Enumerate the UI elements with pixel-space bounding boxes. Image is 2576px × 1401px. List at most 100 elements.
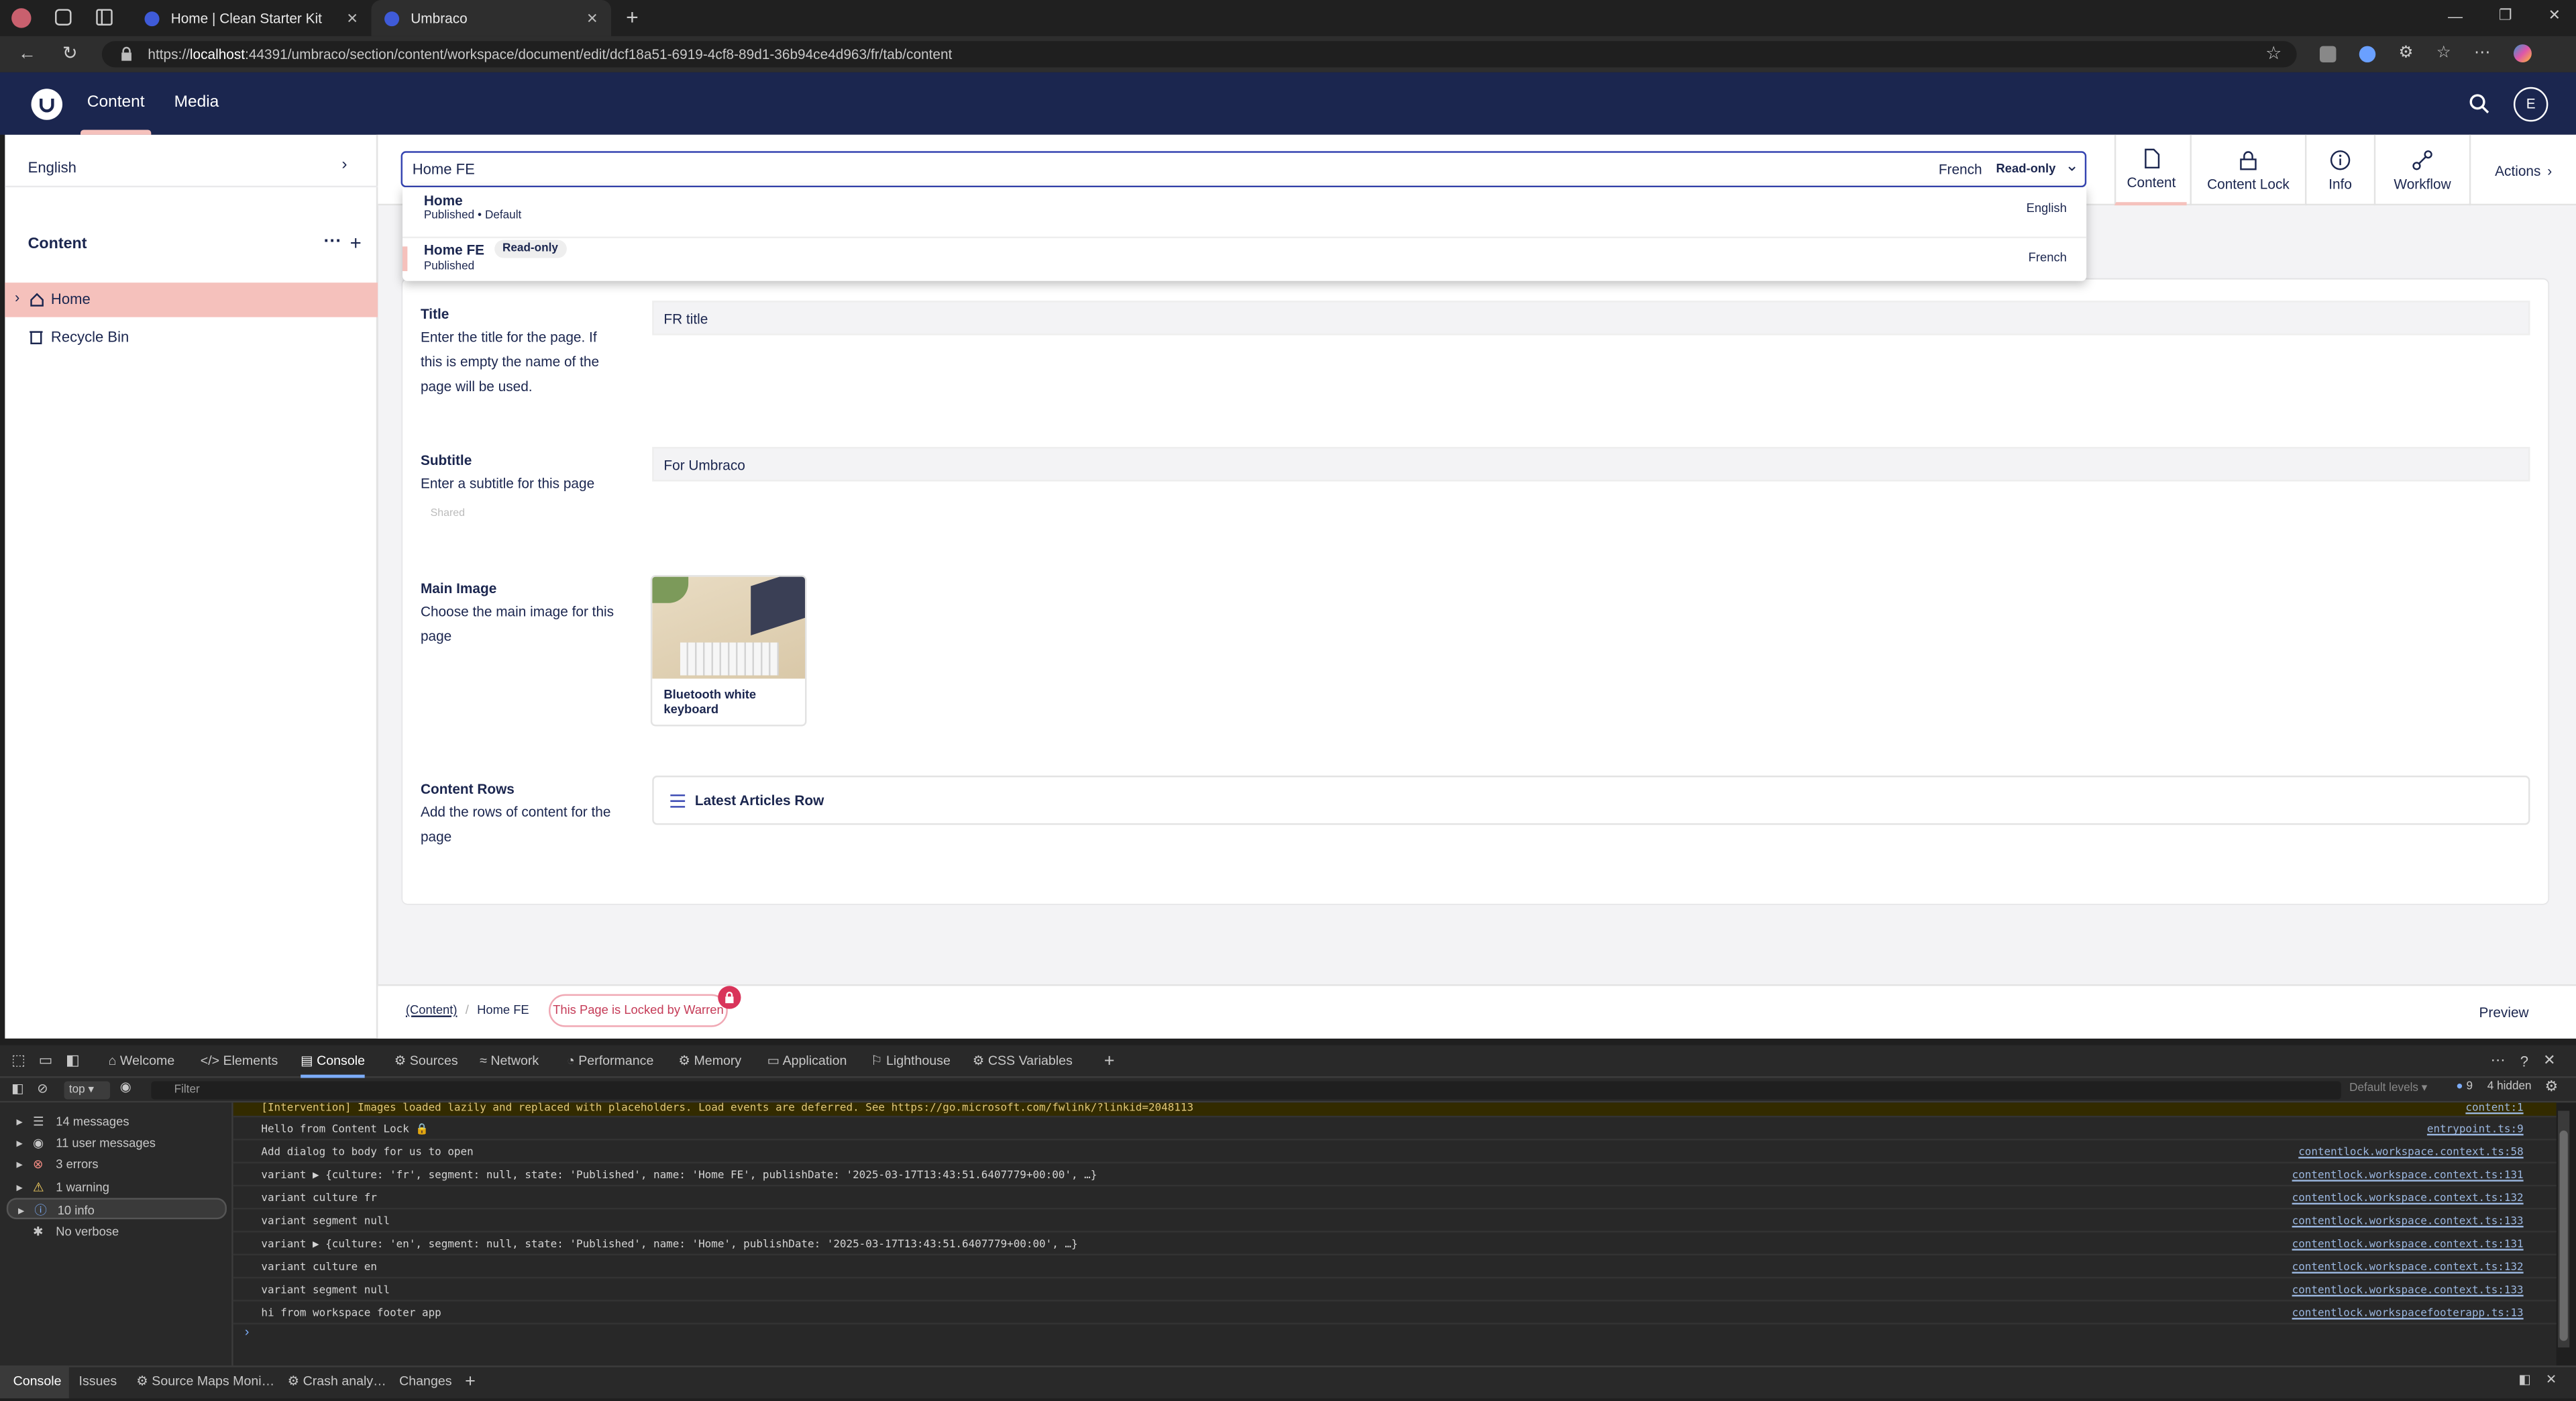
- title-input[interactable]: FR title: [652, 301, 2530, 335]
- console-message-object[interactable]: variant ▶ {culture: 'fr', segment: null,…: [233, 1163, 2557, 1187]
- tab-actions-icon[interactable]: [95, 8, 113, 26]
- devtools-tab-memory[interactable]: ⚙ Memory: [678, 1045, 741, 1078]
- devtools-tab-sources[interactable]: ⚙ Sources: [394, 1045, 458, 1078]
- console-message-object[interactable]: variant ▶ {culture: 'en', segment: null,…: [233, 1233, 2557, 1256]
- close-icon[interactable]: ✕: [586, 9, 598, 27]
- view-content-lock[interactable]: Content Lock: [2190, 134, 2305, 206]
- console-source-link[interactable]: contentlock.workspacefooterapp.ts:13: [2292, 1302, 2524, 1325]
- console-source-link[interactable]: contentlock.workspace.context.ts:132: [2292, 1186, 2524, 1209]
- browser-tab-active[interactable]: Umbraco ✕: [371, 0, 612, 36]
- drawer-tab-crash-analyzer[interactable]: ⚙ Crash analy…: [288, 1365, 386, 1398]
- sidebar-user-messages[interactable]: ▸ ◉ 11 user messages: [0, 1132, 233, 1153]
- close-icon[interactable]: ✕: [346, 9, 358, 27]
- sidebar-toggle-icon[interactable]: ◧: [11, 1081, 24, 1096]
- inspect-icon[interactable]: ⬚: [11, 1051, 25, 1070]
- drawer-tab-changes[interactable]: Changes: [399, 1365, 451, 1398]
- sidebar-messages[interactable]: ▸ ☰ 14 messages: [0, 1111, 233, 1133]
- console-source-link[interactable]: content:1: [2465, 1102, 2523, 1112]
- devtools-tab-lighthouse[interactable]: ⚐ Lighthouse: [871, 1045, 951, 1078]
- profile-icon[interactable]: [11, 8, 32, 28]
- restore-icon[interactable]: ❐: [2499, 7, 2512, 25]
- extension-icon[interactable]: [2359, 45, 2376, 62]
- drawer-tab-source-maps[interactable]: ⚙ Source Maps Moni…: [136, 1365, 274, 1398]
- browser-tab[interactable]: Home | Clean Starter Kit ✕: [131, 0, 372, 36]
- devtools-tab-application[interactable]: ▭ Application: [767, 1045, 847, 1078]
- extensions-puzzle-icon[interactable]: ⚙: [2399, 44, 2414, 62]
- section-media[interactable]: Media: [174, 72, 219, 135]
- address-bar[interactable]: https://localhost:44391/umbraco/section/…: [101, 41, 2297, 68]
- devtools-tab-network[interactable]: ≈ Network: [480, 1045, 539, 1078]
- document-name-input[interactable]: Home FE French Read-only ⌄: [400, 151, 2087, 188]
- devtools-tab-welcome[interactable]: ⌂ Welcome: [109, 1045, 175, 1078]
- issues-counter[interactable]: ● 9: [2456, 1081, 2473, 1092]
- devtools-tab-console[interactable]: ▤ Console: [301, 1045, 366, 1078]
- sidebar-info[interactable]: ▸ ⓘ 10 info: [6, 1198, 227, 1220]
- chevron-down-icon[interactable]: ⌄: [2065, 158, 2079, 176]
- lock-icon[interactable]: [120, 46, 133, 62]
- copilot-icon[interactable]: [2513, 44, 2532, 63]
- console-source-link[interactable]: contentlock.workspace.context.ts:58: [2298, 1141, 2523, 1163]
- variant-option[interactable]: Home Published • Default English: [402, 191, 2086, 234]
- devtools-tab-css-variables[interactable]: ⚙ CSS Variables: [973, 1045, 1073, 1078]
- back-icon[interactable]: ←: [18, 44, 36, 64]
- console-source-link[interactable]: entrypoint.ts:9: [2427, 1117, 2524, 1140]
- dock-icon[interactable]: ◧: [2518, 1372, 2531, 1387]
- tree-item-recycle-bin[interactable]: Recycle Bin: [5, 321, 378, 355]
- close-window-icon[interactable]: ✕: [2548, 7, 2561, 25]
- umbraco-logo-icon[interactable]: [31, 89, 63, 120]
- drawer-add-tab-icon[interactable]: +: [465, 1365, 476, 1398]
- device-icon[interactable]: ▭: [39, 1051, 53, 1070]
- console-source-link[interactable]: contentlock.workspace.context.ts:131: [2292, 1233, 2524, 1255]
- actions-menu[interactable]: Actions ›: [2469, 134, 2576, 206]
- console-source-link[interactable]: contentlock.workspace.context.ts:133: [2292, 1209, 2524, 1232]
- console-filter-input[interactable]: Filter: [151, 1081, 2341, 1100]
- devtools-tab-elements[interactable]: </> Elements: [201, 1045, 278, 1078]
- more-icon[interactable]: ⋯: [2474, 44, 2490, 62]
- eye-icon[interactable]: ◉: [120, 1080, 131, 1094]
- collections-icon[interactable]: ☆: [2436, 44, 2451, 62]
- view-content[interactable]: Content: [2114, 134, 2187, 206]
- block-list-row[interactable]: Latest Articles Row: [652, 775, 2530, 825]
- sidebar-errors[interactable]: ▸ ⊗ 3 errors: [0, 1153, 233, 1175]
- console-prompt-icon[interactable]: ›: [245, 1325, 250, 1339]
- log-levels-select[interactable]: Default levels ▾: [2349, 1081, 2427, 1094]
- minimize-icon[interactable]: —: [2448, 7, 2463, 23]
- clear-console-icon[interactable]: ⊘: [37, 1081, 48, 1096]
- more-icon[interactable]: ⋯: [2491, 1051, 2506, 1070]
- sidebar-verbose[interactable]: ✱ No verbose: [0, 1221, 233, 1243]
- console-source-link[interactable]: contentlock.workspace.context.ts:133: [2292, 1278, 2524, 1301]
- media-card[interactable]: Bluetooth white keyboard: [650, 575, 807, 727]
- help-icon[interactable]: ?: [2520, 1053, 2528, 1069]
- subtitle-input[interactable]: For Umbraco: [652, 447, 2530, 482]
- culture-selector[interactable]: English ›: [5, 151, 378, 188]
- breadcrumb-root-link[interactable]: (Content): [406, 1002, 458, 1017]
- variant-culture[interactable]: French: [1939, 161, 1982, 177]
- extension-icon[interactable]: [2319, 45, 2337, 62]
- preview-button[interactable]: Preview: [2479, 1004, 2529, 1020]
- view-workflow[interactable]: Workflow: [2373, 134, 2469, 206]
- console-settings-icon[interactable]: ⚙: [2545, 1078, 2559, 1096]
- section-content[interactable]: Content: [87, 72, 145, 135]
- variant-option-selected[interactable]: Home FE Read-only Published French: [402, 236, 2087, 280]
- workspaces-icon[interactable]: [54, 8, 72, 26]
- user-avatar[interactable]: E: [2513, 87, 2548, 122]
- tree-add-icon[interactable]: +: [350, 231, 362, 254]
- tree-item-home[interactable]: › Home: [5, 282, 378, 317]
- view-info[interactable]: Info: [2304, 134, 2374, 206]
- expand-caret-icon[interactable]: ›: [15, 289, 19, 305]
- reload-icon[interactable]: ↻: [62, 43, 78, 64]
- drawer-tab-issues[interactable]: Issues: [79, 1365, 117, 1398]
- new-tab-icon[interactable]: +: [626, 5, 639, 30]
- devtools-tab-performance[interactable]: ◔ Performance: [567, 1045, 653, 1078]
- sidebar-warnings[interactable]: ▸ ⚠ 1 warning: [0, 1176, 233, 1198]
- favorite-star-icon[interactable]: ☆: [2265, 43, 2282, 64]
- dock-icon[interactable]: ◧: [66, 1051, 80, 1070]
- console-source-link[interactable]: contentlock.workspace.context.ts:131: [2292, 1163, 2524, 1186]
- close-icon[interactable]: ✕: [2543, 1051, 2555, 1070]
- devtools-add-tab-icon[interactable]: +: [1104, 1045, 1115, 1078]
- close-drawer-icon[interactable]: ✕: [2546, 1372, 2557, 1387]
- context-select[interactable]: top ▾: [64, 1081, 111, 1100]
- tree-more-icon[interactable]: ···: [323, 231, 341, 251]
- search-icon[interactable]: [2469, 94, 2489, 113]
- scrollbar-thumb[interactable]: [2559, 1130, 2568, 1341]
